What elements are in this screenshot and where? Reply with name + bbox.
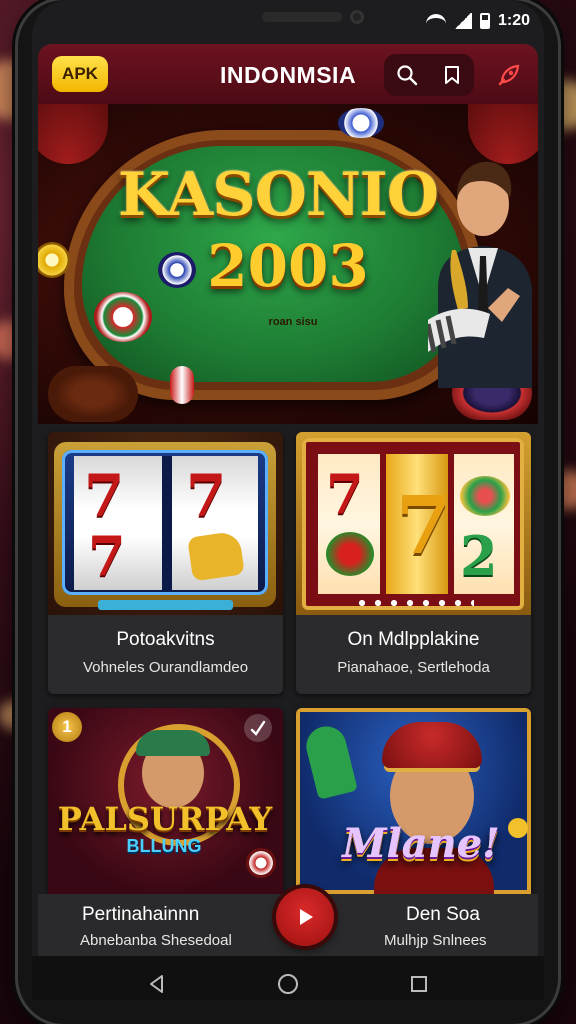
game-title: Potoakvitns <box>116 629 215 650</box>
hero-title: KASONIO <box>117 160 439 230</box>
wifi-icon <box>425 14 446 28</box>
character-figure <box>302 722 358 800</box>
game-subtitle: Vohneles Ourandlamdeo <box>82 659 249 676</box>
play-icon <box>300 909 313 925</box>
game-card-1[interactable]: 7 7 7 Potoakvitns Vohneles Ourandlamdeo <box>48 432 283 694</box>
apk-label: APK <box>62 64 98 83</box>
seven-symbol-icon: 7 <box>396 478 452 572</box>
game-subtitle: Pianahaoe, Sertlehoda <box>337 659 490 676</box>
phone-frame: 1:20 APK INDONMSIA KASONIO 2003 roan sis… <box>18 0 558 1024</box>
game-card-3[interactable]: PALSURPAY BLLUNG 1 <box>48 708 283 894</box>
slot-machine-thumbnail: 7 7 7 <box>48 432 283 615</box>
game-card-4[interactable]: Mlane! <box>296 708 531 894</box>
fruit-symbol-icon <box>460 476 510 516</box>
slot-machine-thumbnail: 7 7 2 <box>296 432 531 615</box>
game-title: On Mdlpplakine <box>347 629 480 650</box>
header-icon-group <box>384 54 474 96</box>
game-card-2[interactable]: 7 7 2 On Mdlpplakine Pianahaoe, Sertleho… <box>296 432 531 694</box>
game-thumbnail: Mlane! <box>296 708 531 894</box>
status-icons: 1:20 <box>425 12 530 30</box>
slot-base <box>98 600 233 610</box>
dealer-illustration <box>428 161 532 388</box>
camera-icon <box>350 10 364 24</box>
game-title: Pertinahainnn <box>82 904 200 925</box>
seven-symbol-icon: 7 <box>88 524 126 588</box>
coin-icon <box>508 818 528 838</box>
number-symbol-icon: 2 <box>460 524 498 588</box>
battery-icon <box>479 13 490 29</box>
status-time: 1:20 <box>497 12 530 29</box>
apk-badge-button[interactable]: APK <box>52 56 108 92</box>
rocket-icon[interactable] <box>494 60 524 90</box>
recents-icon[interactable] <box>408 973 430 1000</box>
poker-chip-icon <box>246 848 276 878</box>
hero-subtitle: roan sisu <box>268 316 318 328</box>
game-logo-text: Mlane! <box>342 820 500 867</box>
hero-banner[interactable]: KASONIO 2003 roan sisu <box>38 104 538 424</box>
seven-symbol-icon: 7 <box>186 462 227 530</box>
speaker-notch <box>262 12 342 22</box>
game-subtitle: Abnebanba Shesedoal <box>80 932 232 949</box>
game-thumbnail: PALSURPAY BLLUNG 1 <box>48 708 283 894</box>
search-icon[interactable] <box>390 58 424 92</box>
app-header: APK INDONMSIA <box>38 44 538 104</box>
signal-icon <box>453 13 472 29</box>
game-title: Den Soa <box>406 904 480 925</box>
system-nav-bar <box>32 956 544 1000</box>
light-strip <box>354 598 474 608</box>
rank-badge: 1 <box>52 712 82 742</box>
character-turban <box>382 722 482 768</box>
play-button[interactable] <box>276 888 334 946</box>
screen: 1:20 APK INDONMSIA KASONIO 2003 roan sis… <box>32 0 544 1000</box>
back-icon[interactable] <box>146 973 168 1000</box>
curtain-decoration <box>38 104 108 164</box>
game-logo-subtext: BLLUNG <box>126 836 202 856</box>
character-hat <box>136 730 210 756</box>
check-icon[interactable] <box>244 714 272 742</box>
rank-number: 1 <box>62 717 72 736</box>
bookmark-icon[interactable] <box>435 58 469 92</box>
chip-tray <box>48 366 138 422</box>
home-icon[interactable] <box>276 972 300 1001</box>
seven-symbol-icon: 7 <box>326 462 364 526</box>
fruit-symbol-icon <box>326 532 374 576</box>
seven-symbol-icon: 7 <box>84 462 125 530</box>
hero-year: 2003 <box>207 232 369 300</box>
poker-chip-icon <box>338 108 384 138</box>
poker-chip-stack-icon <box>94 292 152 342</box>
game-subtitle: Mulhjp Snlnees <box>384 932 487 949</box>
game-logo-text: PALSURPAY <box>57 800 273 838</box>
status-bar: 1:20 <box>32 8 544 42</box>
poker-chip-icon <box>170 366 194 404</box>
